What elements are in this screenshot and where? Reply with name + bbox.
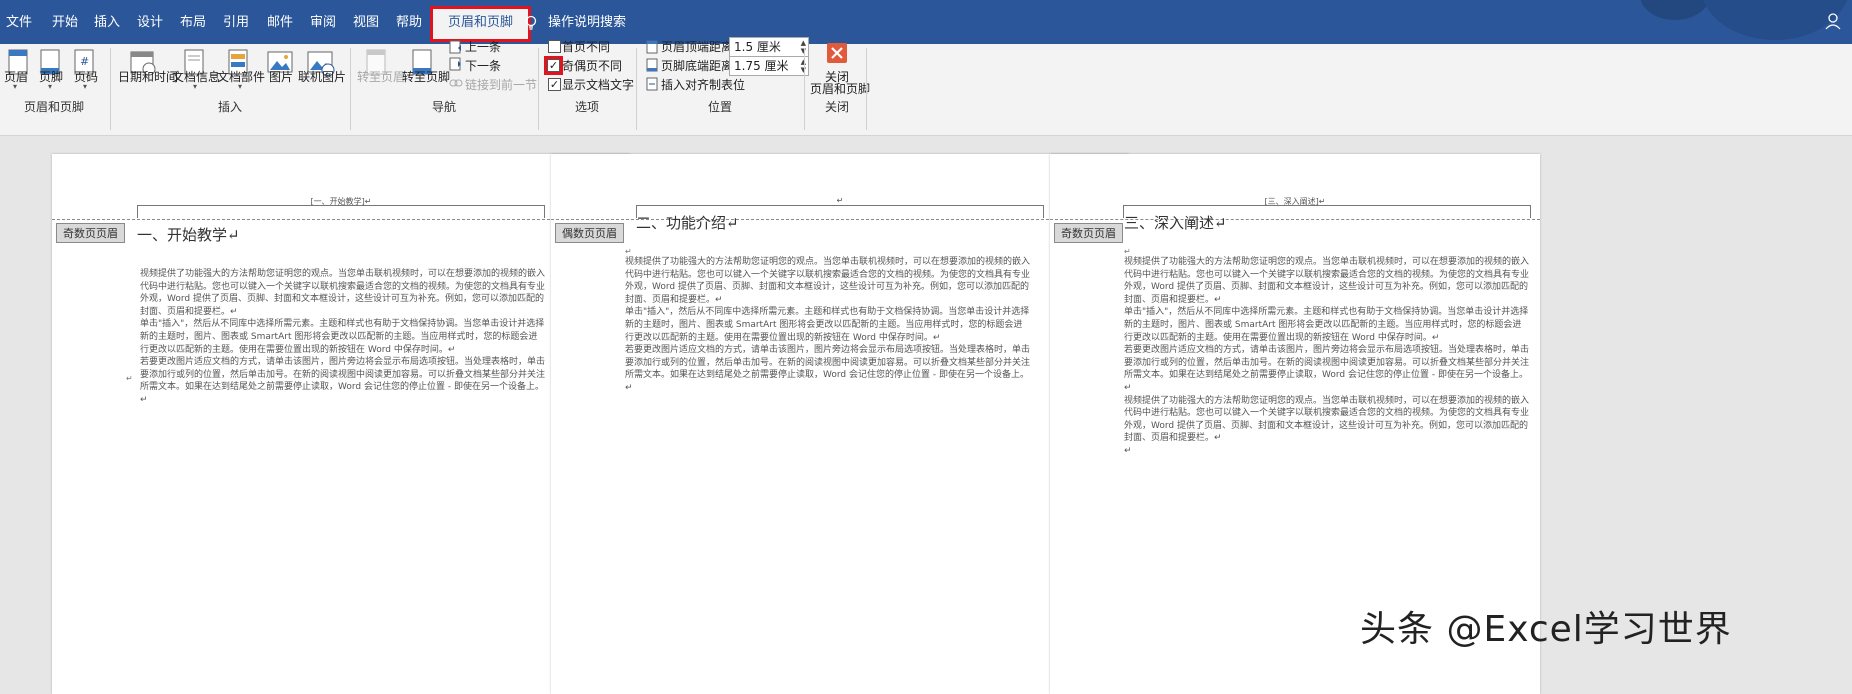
chevron-down-icon: ▾	[83, 82, 88, 91]
group-label-navigation: 导航	[432, 100, 457, 114]
page-paragraph[interactable]: ↵	[1124, 247, 1131, 256]
tab-header-footer[interactable]: 页眉和页脚	[430, 6, 532, 42]
checkbox-box[interactable]	[548, 40, 561, 53]
tab-home[interactable]: 开始	[52, 0, 78, 44]
lightbulb-icon	[524, 0, 538, 44]
header-top-spinner[interactable]: 1.5 厘米 ▲ ▼	[729, 37, 809, 57]
footer-bottom-spinner[interactable]: 1.75 厘米 ▲ ▼	[729, 56, 809, 76]
chevron-down-icon: ▾	[13, 82, 18, 91]
chevron-down-icon: ▾	[238, 82, 243, 91]
tab-references[interactable]: 引用	[223, 0, 249, 44]
header-boundary	[52, 219, 630, 220]
even-page-header-tag: 偶数页页眉	[555, 223, 624, 243]
page-heading[interactable]: 三、深入阐述↵	[1124, 212, 1227, 233]
checkbox-checked[interactable]: ✓	[548, 78, 561, 91]
footer-bottom-label: 页脚底端距离:	[661, 59, 738, 73]
group-label-close: 关闭	[825, 100, 850, 114]
chevron-down-icon: ▾	[48, 82, 53, 91]
header-text[interactable]: ↵	[551, 196, 1129, 205]
group-divider	[636, 48, 637, 130]
user-icon[interactable]	[1824, 12, 1846, 34]
page-paragraph[interactable]: 视频提供了功能强大的方法帮助您证明您的观点。当您单击联机视频时，可以在想要添加的…	[1124, 256, 1530, 458]
group-divider	[350, 48, 351, 130]
spin-up-icon[interactable]: ▲	[801, 39, 806, 47]
odd-page-header-tag: 奇数页页眉	[56, 223, 125, 243]
tab-review[interactable]: 审阅	[310, 0, 336, 44]
header-position-icon	[646, 40, 658, 54]
checkbox-checked[interactable]: ✓	[547, 59, 560, 72]
chevron-down-icon: ▾	[193, 82, 198, 91]
group-label-options: 选项	[575, 100, 600, 114]
document-area: [一、开始教学]↵ 奇数页页眉 一、开始教学↵ ↵ 视频提供了功能强大的方法帮助…	[0, 137, 1852, 694]
odd-page-header-tag: 奇数页页眉	[1054, 223, 1123, 243]
title-decoration	[1640, 0, 1710, 20]
document-page[interactable]: [一、开始教学]↵ 奇数页页眉 一、开始教学↵ ↵ 视频提供了功能强大的方法帮助…	[52, 154, 630, 694]
link-icon	[449, 79, 463, 87]
ribbon: 页眉 ▾ 页脚 ▾ # 页码 ▾ 页眉和页脚 日期和时间 文档信息 ▾ 文档部件…	[0, 37, 1852, 136]
page-paragraph[interactable]: 视频提供了功能强大的方法帮助您证明您的观点。当您单击联机视频时，可以在想要添加的…	[140, 268, 546, 407]
page-heading[interactable]: 二、功能介绍↵	[636, 212, 739, 233]
group-divider	[804, 48, 805, 130]
close-icon	[827, 43, 847, 63]
group-divider	[866, 48, 867, 130]
tab-file[interactable]: 文件	[6, 0, 32, 44]
svg-text:#: #	[80, 55, 89, 68]
group-label-header-footer: 页眉和页脚	[24, 100, 85, 114]
group-divider	[110, 48, 111, 130]
group-label-position: 位置	[708, 100, 733, 114]
header-border	[137, 205, 545, 218]
page-paragraph[interactable]: ↵	[126, 374, 133, 383]
ribbon-tab-bar: 文件 开始 插入 设计 布局 引用 邮件 审阅 视图 帮助 页眉和页脚 操作说明…	[0, 0, 1852, 44]
footer-position-icon	[646, 58, 658, 72]
watermark: 头条 @Excel学习世界	[1360, 609, 1732, 650]
document-page[interactable]: ↵ 偶数页页眉 二、功能介绍↵ ↵ 视频提供了功能强大的方法帮助您证明您的观点。…	[551, 154, 1129, 694]
header-top-label: 页眉顶端距离:	[661, 40, 738, 54]
next-icon	[449, 57, 461, 71]
page-paragraph[interactable]: ↵	[625, 247, 632, 256]
tab-design[interactable]: 设计	[137, 0, 163, 44]
tab-layout[interactable]: 布局	[180, 0, 206, 44]
tab-help[interactable]: 帮助	[396, 0, 422, 44]
page-paragraph[interactable]: 视频提供了功能强大的方法帮助您证明您的观点。当您单击联机视频时，可以在想要添加的…	[625, 256, 1031, 395]
tab-mailings[interactable]: 邮件	[267, 0, 293, 44]
alignment-tab-icon	[646, 77, 658, 91]
group-divider	[538, 48, 539, 130]
page-heading[interactable]: 一、开始教学↵	[137, 224, 240, 245]
group-label-insert: 插入	[218, 100, 243, 114]
previous-icon	[449, 40, 461, 54]
tab-insert[interactable]: 插入	[94, 0, 120, 44]
tab-view[interactable]: 视图	[353, 0, 379, 44]
